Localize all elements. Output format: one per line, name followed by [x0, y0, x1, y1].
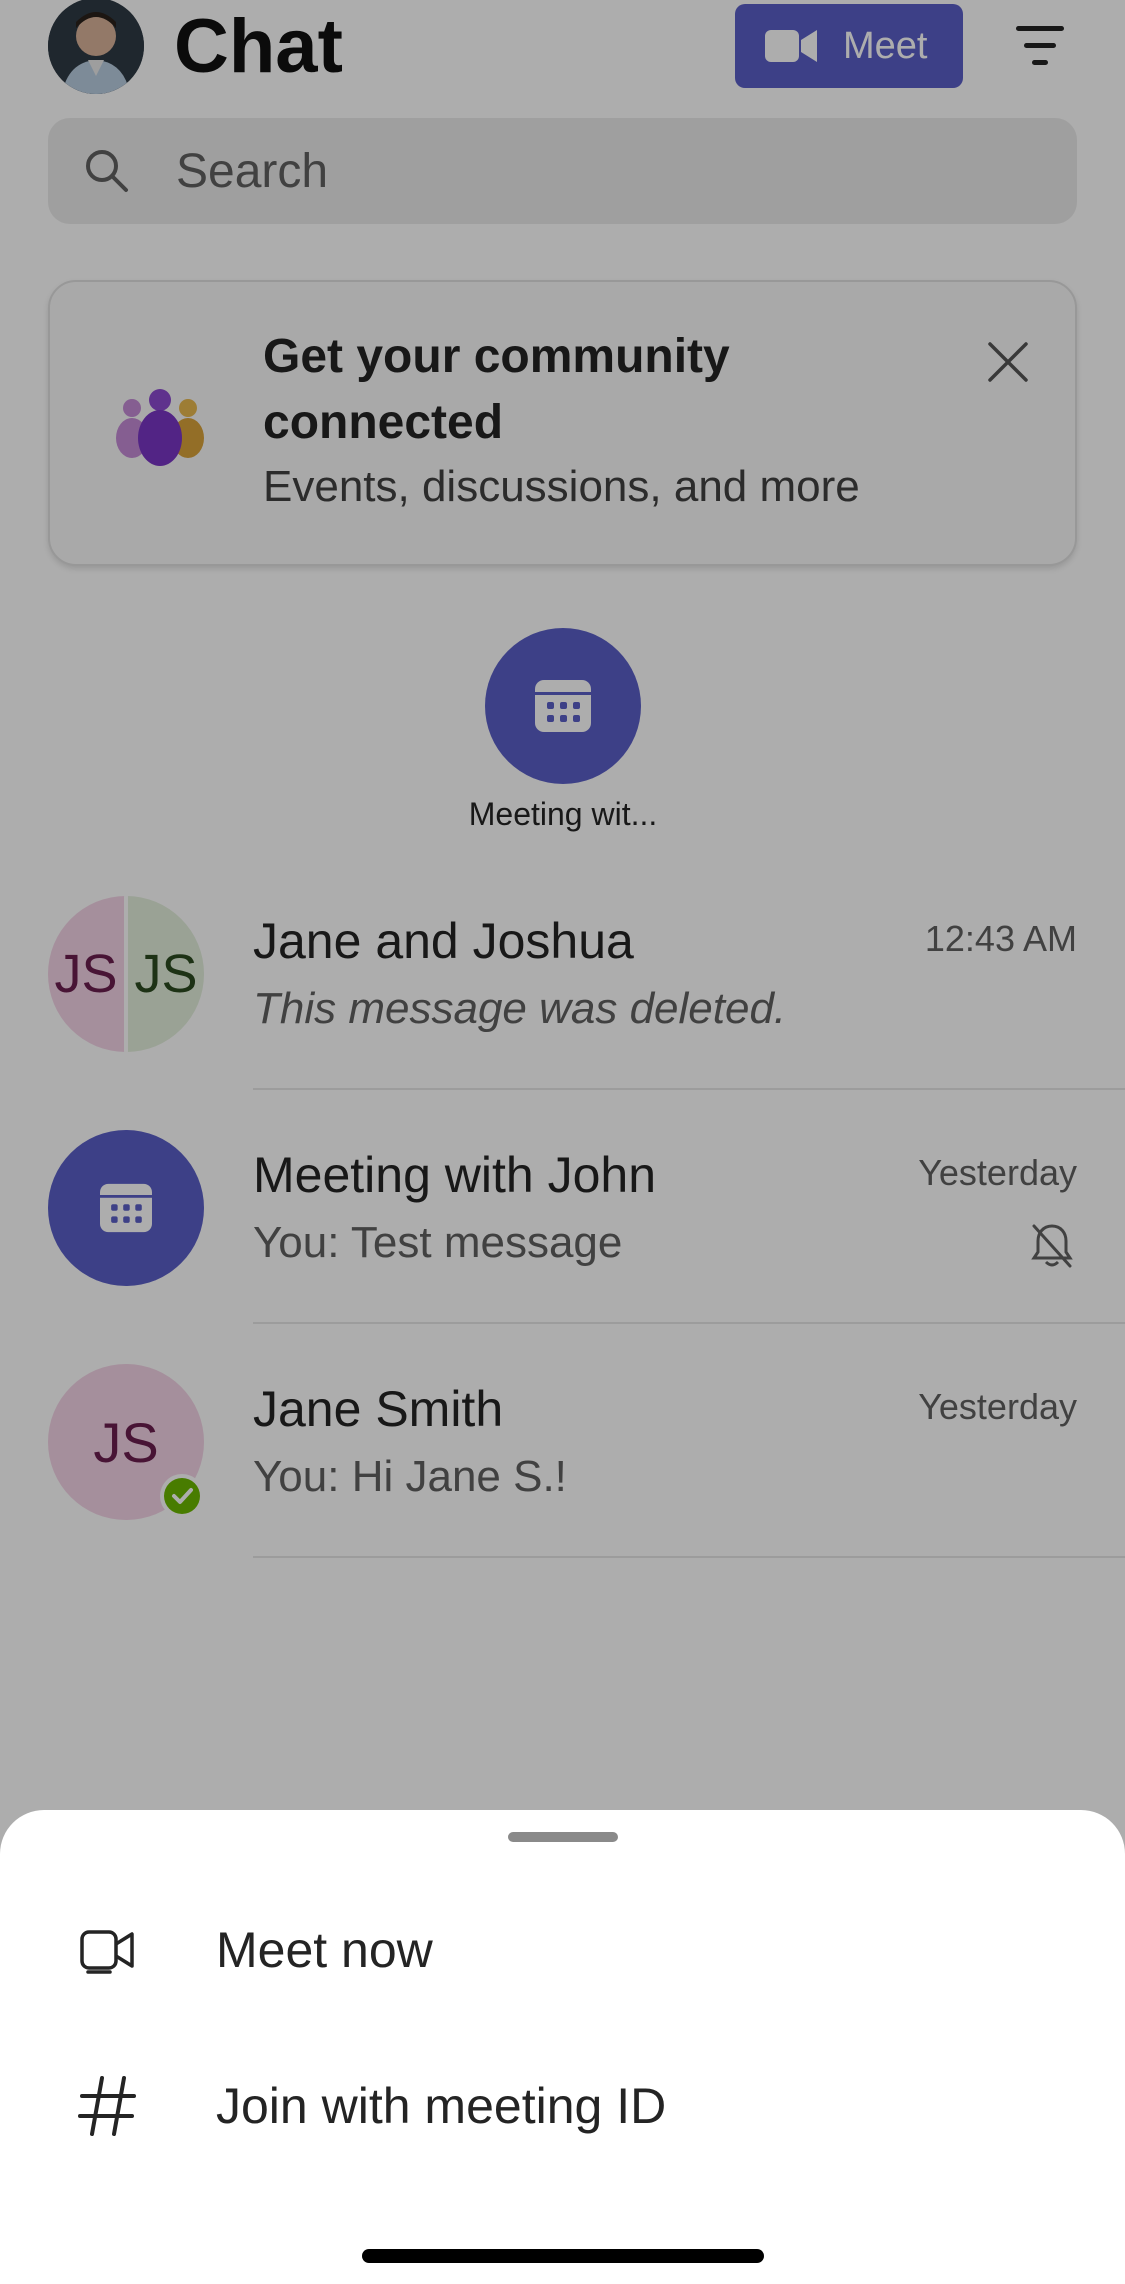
video-camera-icon [68, 1910, 148, 1990]
meet-now-label: Meet now [216, 1922, 433, 1978]
join-with-id-label: Join with meeting ID [216, 2078, 667, 2134]
hash-icon [68, 2066, 148, 2146]
join-with-id-option[interactable]: Join with meeting ID [0, 2046, 1125, 2166]
home-indicator[interactable] [362, 2249, 764, 2263]
meet-now-option[interactable]: Meet now [0, 1890, 1125, 2010]
sheet-grabber[interactable] [508, 1832, 618, 1842]
